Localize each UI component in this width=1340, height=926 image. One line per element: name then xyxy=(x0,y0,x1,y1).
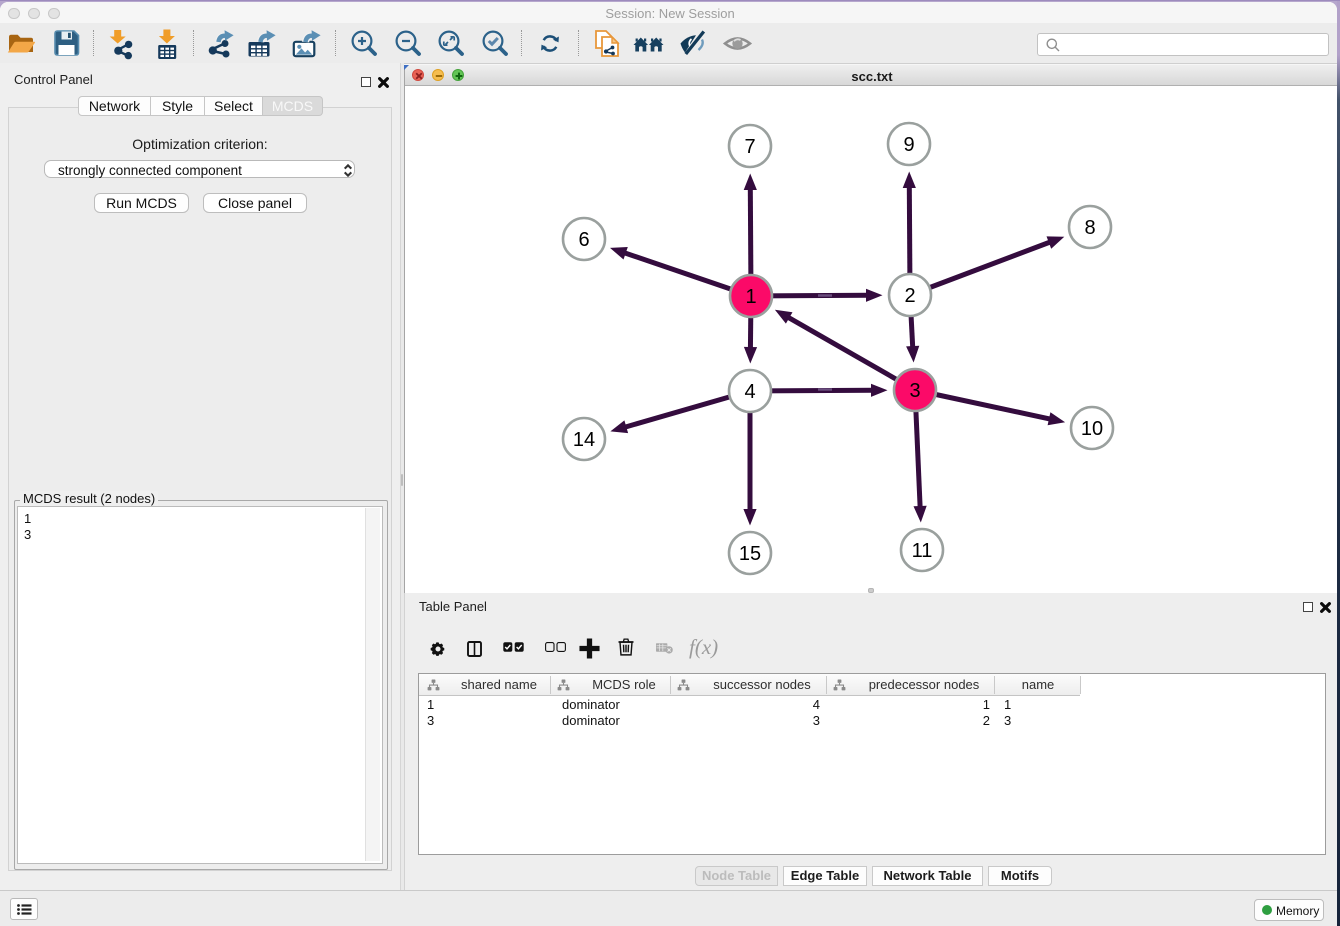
svg-text:1: 1 xyxy=(745,286,756,308)
svg-text:15: 15 xyxy=(739,543,761,565)
svg-text:7: 7 xyxy=(744,136,755,158)
svg-text:3: 3 xyxy=(909,380,920,402)
svg-text:4: 4 xyxy=(744,381,755,403)
svg-text:8: 8 xyxy=(1084,217,1095,239)
svg-text:2: 2 xyxy=(904,285,915,307)
svg-text:14: 14 xyxy=(573,429,595,451)
svg-text:6: 6 xyxy=(578,229,589,251)
svg-text:9: 9 xyxy=(903,134,914,156)
svg-text:10: 10 xyxy=(1081,418,1103,440)
svg-text:11: 11 xyxy=(912,540,933,562)
